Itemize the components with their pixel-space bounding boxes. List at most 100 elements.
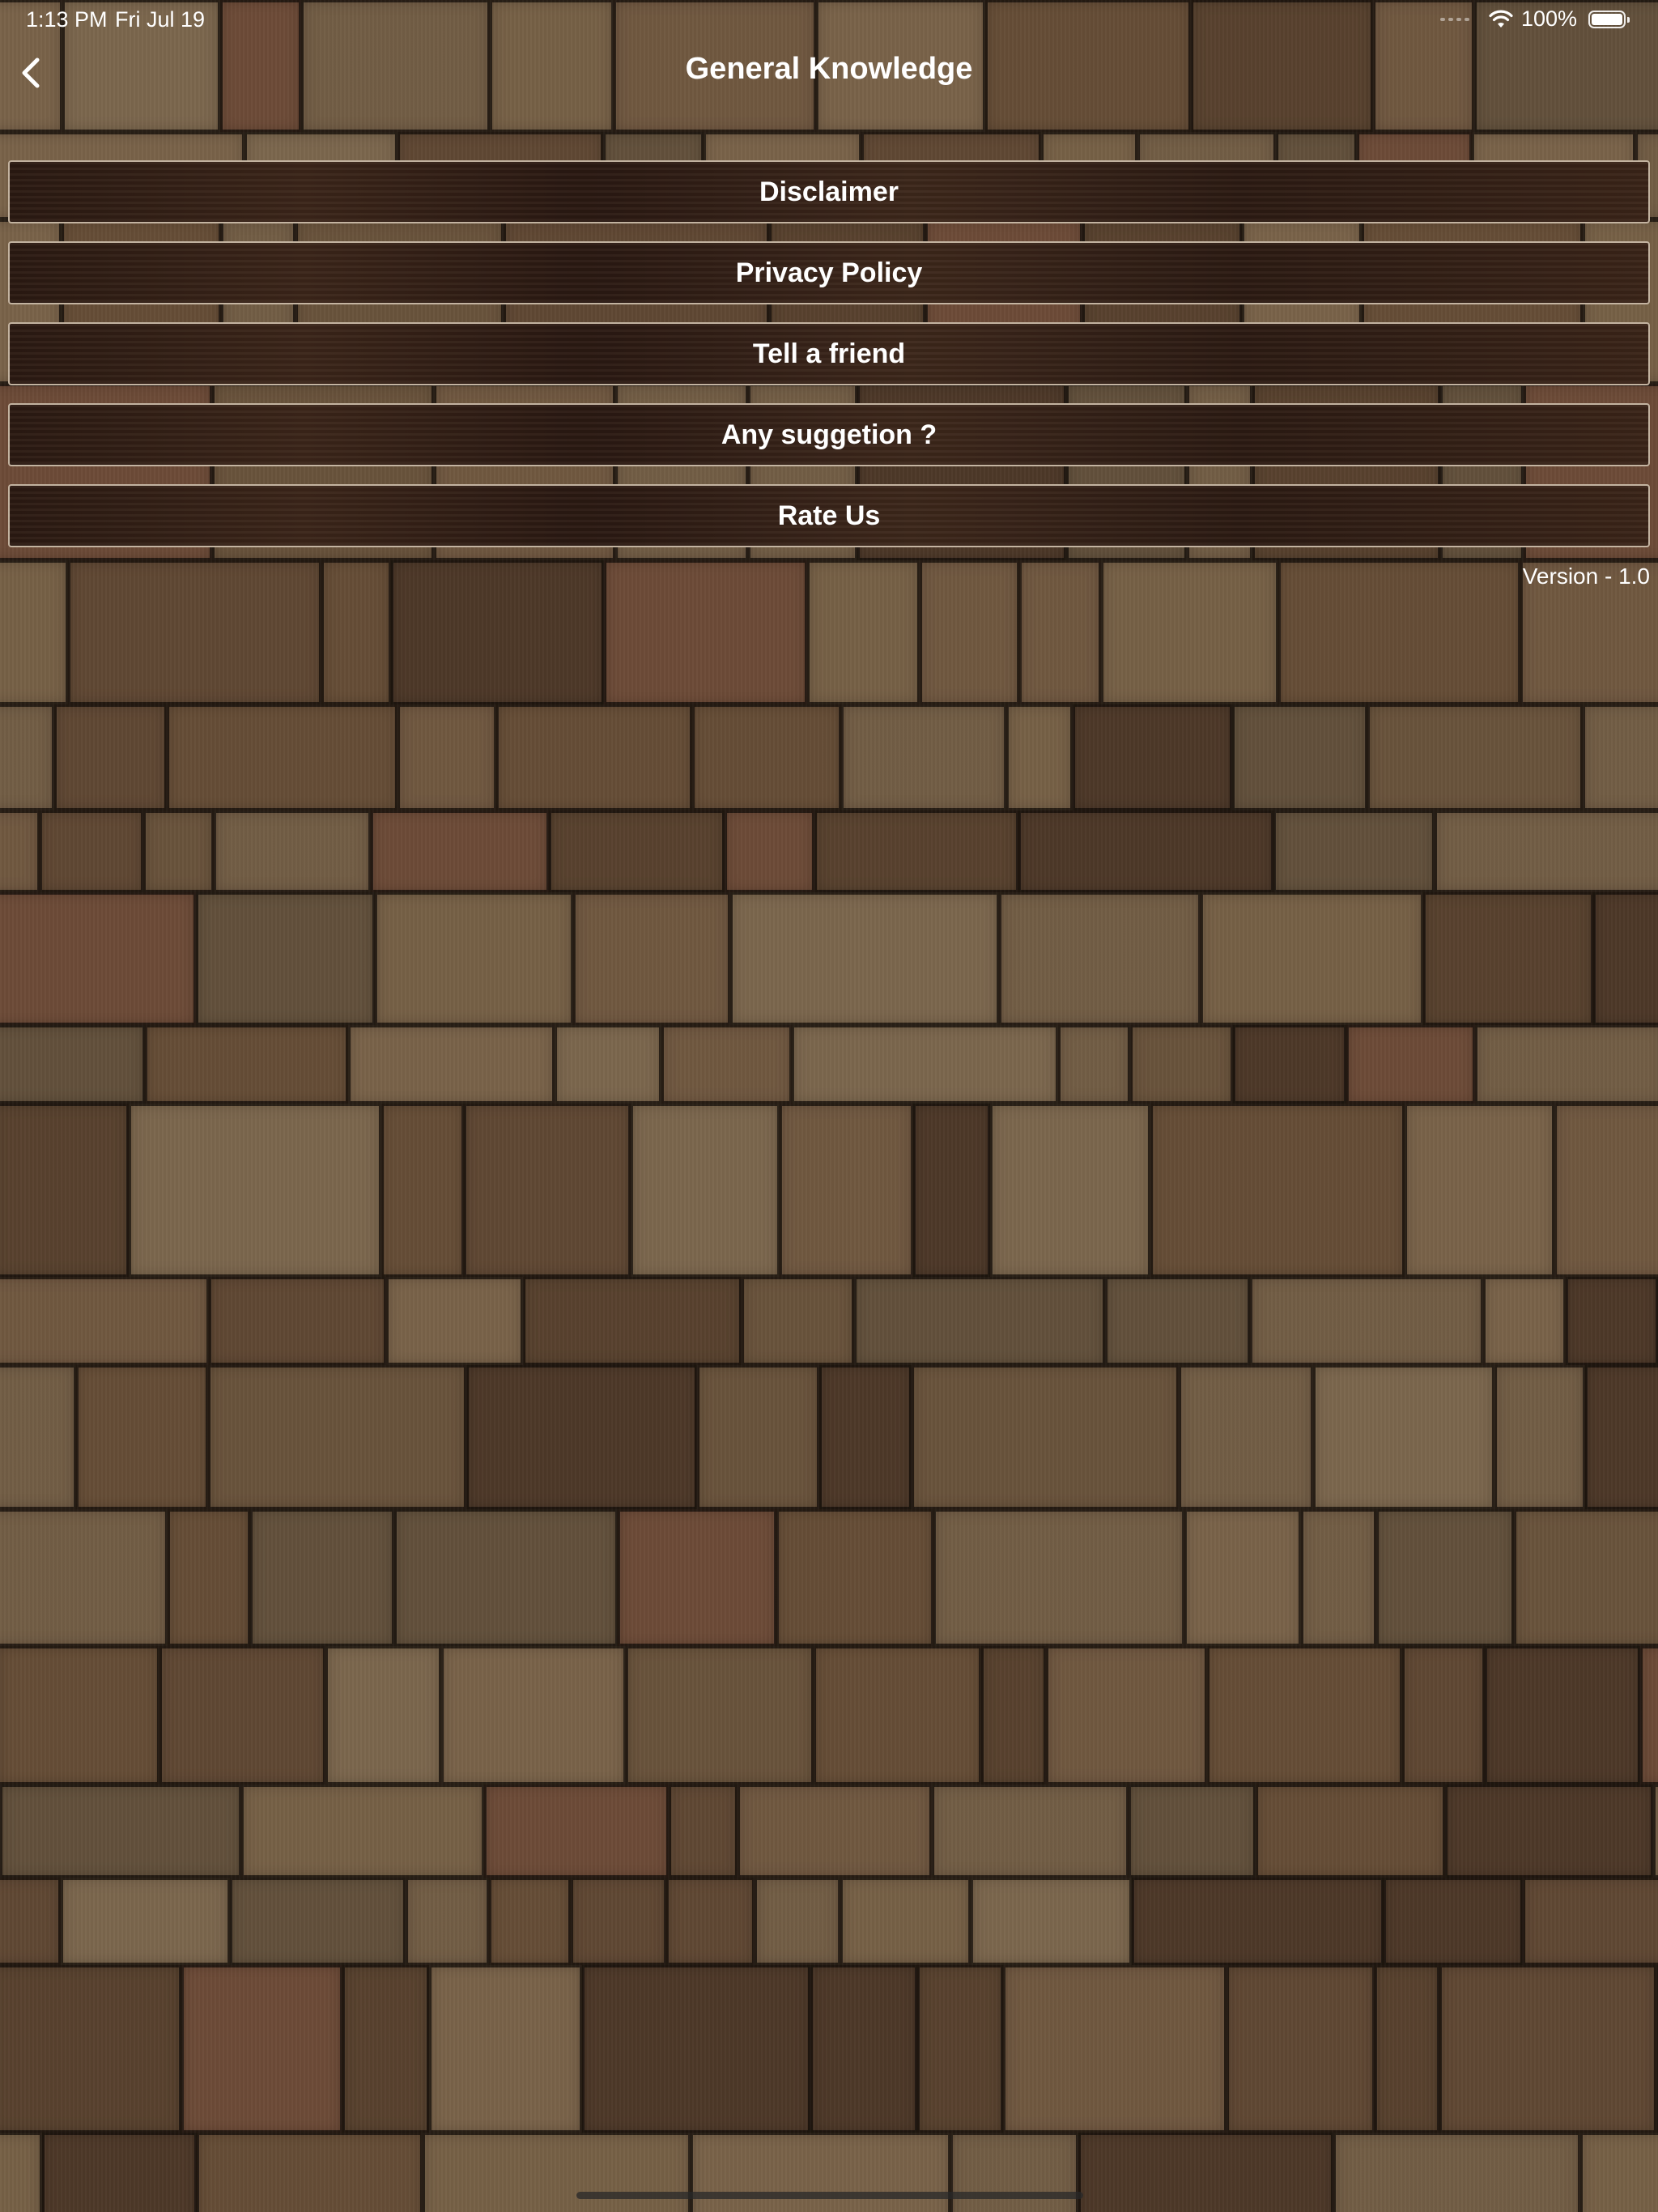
wood-block xyxy=(197,2133,423,2212)
wood-block xyxy=(1301,1509,1376,1646)
wood-block xyxy=(1201,892,1423,1025)
wood-block xyxy=(1402,1646,1485,1784)
wood-block xyxy=(1046,1646,1207,1784)
wood-block xyxy=(725,810,814,892)
status-date: Fri Jul 19 xyxy=(115,7,206,32)
suggestion-button[interactable]: Any suggetion ? xyxy=(8,403,1650,466)
wood-block xyxy=(441,1646,626,1784)
wood-block xyxy=(209,1277,386,1365)
wood-block xyxy=(549,810,725,892)
settings-menu: Disclaimer Privacy Policy Tell a friend … xyxy=(8,160,1650,565)
wood-block xyxy=(129,1104,381,1277)
wood-block xyxy=(489,1878,571,1965)
tell-a-friend-button[interactable]: Tell a friend xyxy=(8,322,1650,385)
wood-block xyxy=(742,1277,854,1365)
wood-block xyxy=(841,704,1006,810)
wood-block xyxy=(1375,1965,1439,2133)
wood-block xyxy=(0,1784,241,1878)
wood-block xyxy=(1129,1784,1256,1878)
wood-block xyxy=(1019,560,1101,704)
wood-block xyxy=(755,1878,840,1965)
wood-block xyxy=(1184,1509,1301,1646)
wood-block xyxy=(381,1104,464,1277)
wood-block xyxy=(1207,1646,1402,1784)
wood-block xyxy=(950,2133,1078,2212)
wood-block xyxy=(819,1365,912,1509)
wood-block xyxy=(691,2133,950,2212)
wood-block xyxy=(1273,810,1435,892)
wood-block xyxy=(0,1277,209,1365)
wood-block xyxy=(692,704,841,810)
home-indicator[interactable] xyxy=(576,2192,1083,2199)
wood-block xyxy=(40,810,143,892)
wood-block xyxy=(0,560,68,704)
disclaimer-button[interactable]: Disclaimer xyxy=(8,160,1650,223)
wood-block xyxy=(1367,704,1583,810)
wood-block xyxy=(1653,1784,1658,1878)
wood-block xyxy=(631,1104,780,1277)
wood-block xyxy=(1018,810,1273,892)
wood-block xyxy=(196,892,375,1025)
wood-block xyxy=(999,892,1201,1025)
wood-block xyxy=(661,1025,792,1104)
page-title: General Knowledge xyxy=(685,52,973,86)
wood-block xyxy=(230,1878,406,1965)
wood-block xyxy=(0,1025,145,1104)
wood-block xyxy=(618,1509,776,1646)
wood-block xyxy=(391,560,604,704)
wood-block xyxy=(807,560,920,704)
wood-block xyxy=(971,1878,1132,1965)
wood-block xyxy=(1483,1277,1566,1365)
wood-block xyxy=(159,1646,325,1784)
wood-block xyxy=(1514,1509,1658,1646)
wood-block xyxy=(0,810,40,892)
wood-block xyxy=(394,1509,618,1646)
wood-block xyxy=(0,1646,159,1784)
wood-block xyxy=(1078,2133,1333,2212)
wood-block xyxy=(913,1104,990,1277)
wood-block xyxy=(854,1277,1105,1365)
wood-block xyxy=(604,560,807,704)
wood-block xyxy=(1313,1365,1494,1509)
wood-block xyxy=(738,1784,932,1878)
wood-block xyxy=(0,704,54,810)
wood-block xyxy=(250,1509,394,1646)
multitasking-dots xyxy=(1439,17,1469,21)
wood-block xyxy=(1523,1878,1658,1965)
wood-block xyxy=(523,1277,742,1365)
wood-block xyxy=(325,1646,441,1784)
wood-block xyxy=(145,1025,348,1104)
wood-block xyxy=(321,560,391,704)
wood-block xyxy=(0,2133,42,2212)
wood-block xyxy=(61,1878,230,1965)
wood-block xyxy=(375,892,573,1025)
wood-block xyxy=(1554,1104,1658,1277)
wood-block xyxy=(1640,1646,1658,1784)
wood-block xyxy=(1256,1784,1445,1878)
wood-block xyxy=(792,1025,1058,1104)
wood-block xyxy=(167,704,397,810)
wood-block xyxy=(42,2133,197,2212)
wood-block xyxy=(814,810,1018,892)
wood-block xyxy=(1003,1965,1226,2133)
rate-us-button[interactable]: Rate Us xyxy=(8,484,1650,547)
wood-block xyxy=(1058,1025,1130,1104)
wood-block xyxy=(1485,1646,1640,1784)
wood-block xyxy=(912,1365,1179,1509)
wood-block xyxy=(932,1784,1129,1878)
wood-block xyxy=(348,1025,555,1104)
wood-block xyxy=(810,1965,917,2133)
wood-block xyxy=(1405,1104,1554,1277)
battery-percent: 100% xyxy=(1520,6,1577,31)
wood-block xyxy=(397,704,496,810)
wood-block xyxy=(990,1104,1150,1277)
privacy-policy-button[interactable]: Privacy Policy xyxy=(8,241,1650,304)
wood-block xyxy=(571,1878,666,1965)
wood-block xyxy=(423,2133,691,2212)
status-bar: 1:13 PM Fri Jul 19 100% xyxy=(0,0,1658,40)
wood-block xyxy=(68,560,321,704)
wood-block xyxy=(1423,892,1593,1025)
wood-block xyxy=(669,1784,738,1878)
wood-block xyxy=(573,892,730,1025)
wood-block xyxy=(1593,892,1658,1025)
